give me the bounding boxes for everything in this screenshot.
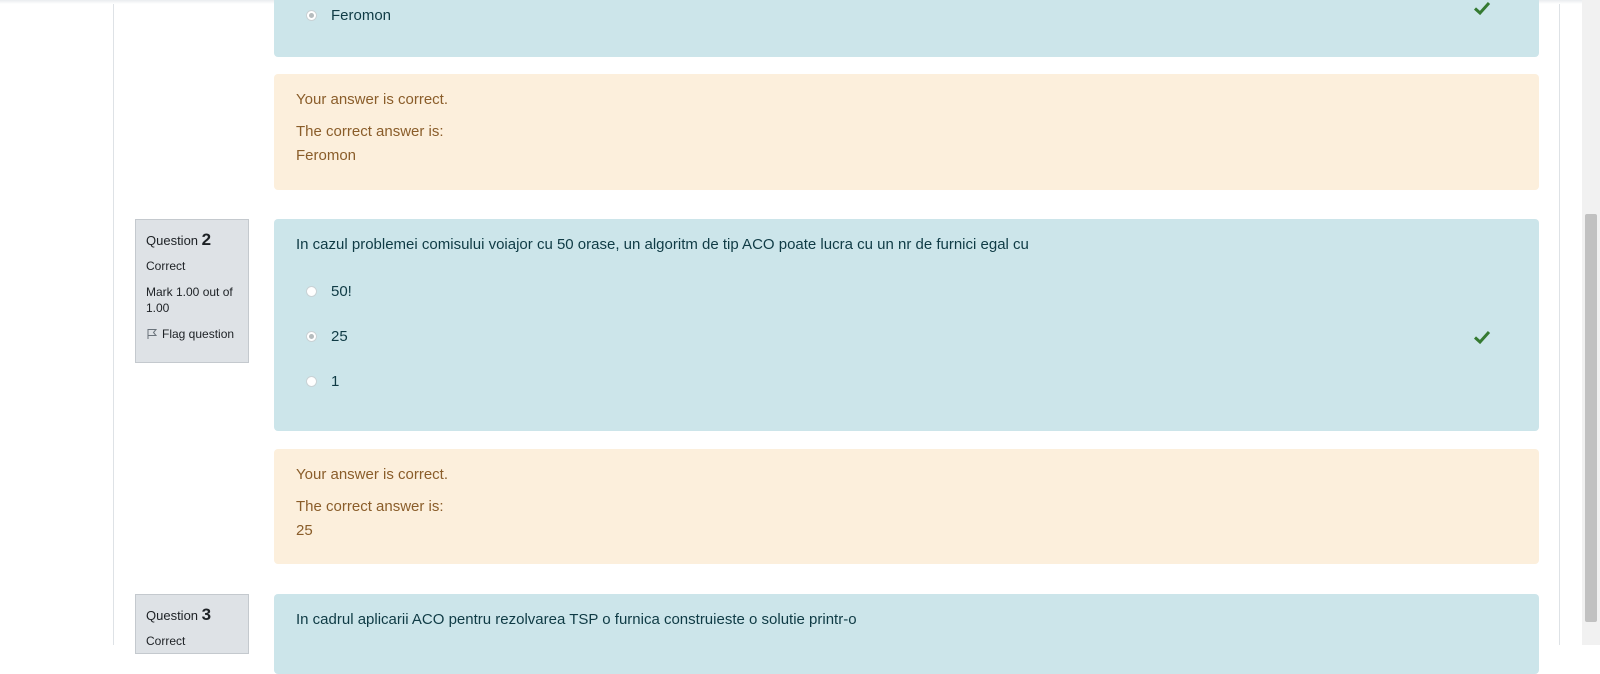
q2-option-radio[interactable]	[306, 331, 317, 342]
page-scrollbar[interactable]	[1582, 0, 1600, 645]
q2-feedback-correct-label: The correct answer is:	[296, 498, 444, 515]
q1-option-label: Feromon	[331, 6, 392, 24]
q2-feedback: Your answer is correct. The correct answ…	[274, 449, 1539, 564]
q1-option-feromon[interactable]: Feromon	[296, 0, 1517, 30]
q3-state: Correct	[146, 634, 186, 648]
q2-answer-list: 50! 25 1	[296, 269, 1517, 404]
q1-option-radio[interactable]	[306, 9, 317, 21]
q2-option-label: 25	[331, 328, 348, 345]
q3-question-text: In cadrul aplicarii ACO pentru rezolvare…	[296, 611, 857, 628]
q2-option-radio[interactable]	[306, 286, 317, 297]
q3-number-value: 3	[201, 605, 212, 624]
q2-option-radio[interactable]	[306, 376, 317, 387]
q2-info-box: Question 2 Correct Mark 1.00 out of 1.00…	[135, 219, 249, 363]
q2-feedback-correct-value: 25	[296, 522, 313, 539]
q2-number: Question 2	[146, 230, 240, 250]
q1-feedback: Your answer is correct. The correct answ…	[274, 74, 1539, 190]
q3-info-box: Question 3 Correct	[135, 594, 249, 654]
q2-question-text: In cazul problemei comisului voiajor cu …	[296, 236, 1029, 253]
q2-formulation: In cazul problemei comisului voiajor cu …	[274, 219, 1539, 431]
checkmark-icon	[1473, 330, 1491, 344]
q2-option-25[interactable]: 25	[296, 314, 1517, 359]
q1-formulation: Feromon	[274, 0, 1539, 57]
checkmark-icon	[1473, 1, 1491, 16]
q1-feedback-correct-label: The correct answer is:	[296, 123, 444, 140]
q2-number-value: 2	[201, 230, 212, 249]
q2-number-label: Question	[146, 233, 199, 248]
q1-feedback-result: Your answer is correct.	[296, 91, 449, 108]
scrollbar-thumb[interactable]	[1585, 214, 1597, 622]
q2-feedback-result: Your answer is correct.	[296, 466, 449, 483]
q2-mark: Mark 1.00 out of 1.00	[146, 285, 233, 315]
q2-option-label: 50!	[331, 283, 352, 300]
flag-question-label: Flag question	[162, 327, 235, 341]
q1-feedback-correct-value: Feromon	[296, 147, 357, 164]
flag-icon	[147, 329, 158, 339]
q2-option-label: 1	[331, 373, 340, 390]
q2-option-50-factorial[interactable]: 50!	[296, 269, 1517, 314]
q2-state: Correct	[146, 259, 186, 273]
q3-number: Question 3	[146, 605, 240, 625]
q2-flag-question[interactable]: Flag question	[146, 326, 240, 342]
q3-formulation: In cadrul aplicarii ACO pentru rezolvare…	[274, 594, 1539, 674]
q2-option-1[interactable]: 1	[296, 359, 1517, 404]
q3-number-label: Question	[146, 608, 199, 623]
